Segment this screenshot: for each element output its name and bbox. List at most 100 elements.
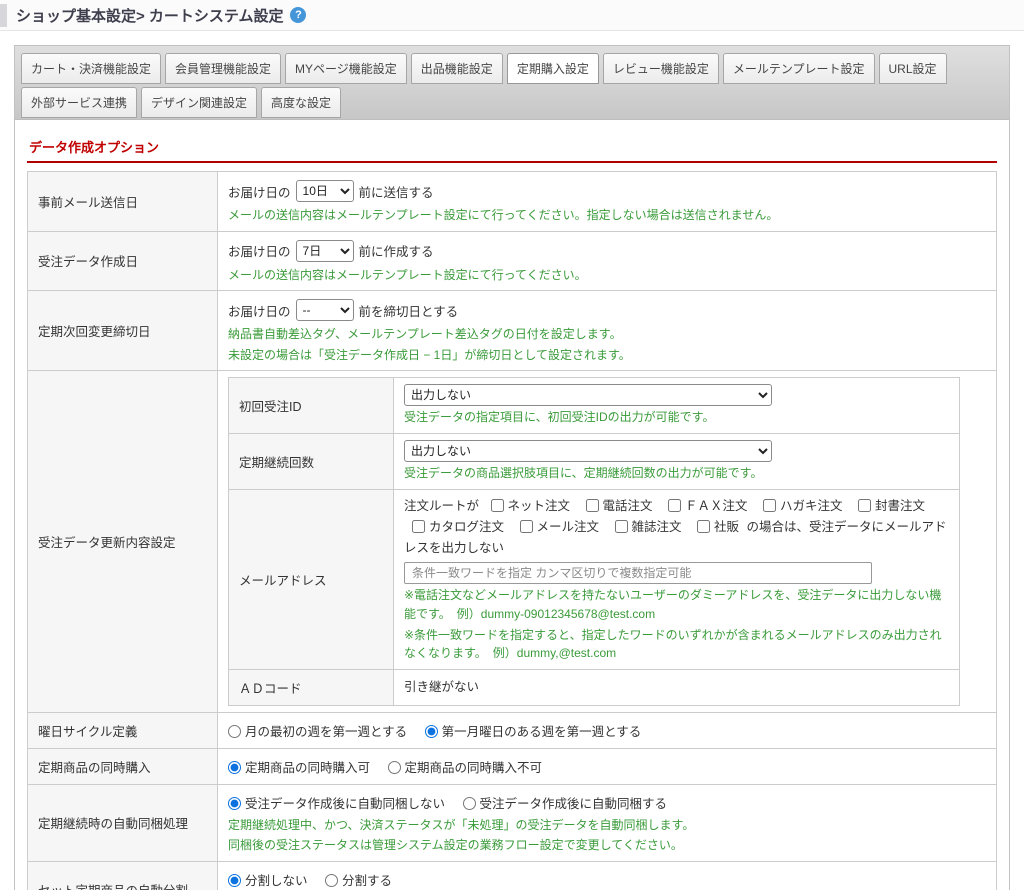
prefix-text: お届け日の bbox=[228, 241, 291, 260]
row-order-data-creation: 受注データ作成日 お届け日の 7日 前に作成する メールの送信内容はメールテンプ… bbox=[28, 231, 997, 291]
radio-no-auto-bundle[interactable]: 受注データ作成後に自動同梱しない bbox=[228, 797, 445, 811]
tab-advanced[interactable]: 高度な設定 bbox=[261, 87, 341, 118]
checkbox-label: メール注文 bbox=[537, 520, 600, 534]
checkbox-label: 雑誌注文 bbox=[632, 520, 682, 534]
checkbox-input[interactable] bbox=[858, 499, 871, 512]
tab-listing[interactable]: 出品機能設定 bbox=[411, 53, 503, 84]
radio-input[interactable] bbox=[228, 725, 241, 738]
tab-mail-template[interactable]: メールテンプレート設定 bbox=[723, 53, 875, 84]
control-line: お届け日の 10日 前に送信する bbox=[228, 178, 986, 204]
radio-auto-bundle[interactable]: 受注データ作成後に自動同梱する bbox=[463, 797, 668, 811]
row-week-cycle: 曜日サイクル定義 月の最初の週を第一週とする 第一月曜日のある週を第一週とする bbox=[28, 712, 997, 748]
order-data-days-select[interactable]: 7日 bbox=[296, 240, 354, 262]
row-change-deadline: 定期次回変更締切日 お届け日の -- 前を締切日とする 納品書自動差込タグ、メー… bbox=[28, 291, 997, 371]
row-value-cell: 出力しない 受注データの商品選択肢項目に、定期継続回数の出力が可能です。 bbox=[394, 433, 960, 489]
checkbox-input[interactable] bbox=[586, 499, 599, 512]
tab-external-service[interactable]: 外部サービス連携 bbox=[21, 87, 137, 118]
order-route-checkbox-magazine[interactable]: 雑誌注文 bbox=[615, 520, 682, 534]
tab-subscription[interactable]: 定期購入設定 bbox=[507, 53, 599, 84]
tab-mypage[interactable]: MYページ機能設定 bbox=[285, 53, 407, 84]
radio-group-week-cycle: 月の最初の週を第一週とする 第一月曜日のある週を第一週とする bbox=[228, 719, 986, 742]
note-text: 受注データの指定項目に、初回受注IDの出力が可能です。 bbox=[404, 408, 949, 427]
tab-bar: カート・決済機能設定 会員管理機能設定 MYページ機能設定 出品機能設定 定期購… bbox=[15, 46, 1009, 120]
radio-simultaneous-not-allowed[interactable]: 定期商品の同時購入不可 bbox=[388, 761, 543, 775]
continue-count-select[interactable]: 出力しない bbox=[404, 440, 772, 462]
row-value-cell: お届け日の 10日 前に送信する メールの送信内容はメールテンプレート設定にて行… bbox=[218, 172, 997, 232]
checkbox-label: ハガキ注文 bbox=[780, 499, 843, 513]
row-value-cell: お届け日の -- 前を締切日とする 納品書自動差込タグ、メールテンプレート差込タ… bbox=[218, 291, 997, 371]
order-route-checkbox-internal[interactable]: 社販 bbox=[697, 520, 739, 534]
note-text: メールの送信内容はメールテンプレート設定にて行ってください。指定しない場合は送信… bbox=[228, 206, 986, 225]
suffix-text: 前に送信する bbox=[359, 182, 434, 201]
radio-first-monday-week[interactable]: 第一月曜日のある週を第一週とする bbox=[425, 725, 642, 739]
note-text: 納品書自動差込タグ、メールテンプレート差込タグの日付を設定します。 bbox=[228, 325, 986, 344]
row-mail-address: メールアドレス 注文ルートが ネット注文 電話注文 ＦＡＸ注文 ハガキ注文 封書… bbox=[229, 489, 960, 669]
page-header: ショップ基本設定> カートシステム設定 ? bbox=[0, 0, 1024, 31]
radio-label: 定期商品の同時購入可 bbox=[245, 761, 370, 775]
row-value-cell: お届け日の 7日 前に作成する メールの送信内容はメールテンプレート設定にて行っ… bbox=[218, 231, 997, 291]
checkbox-label: ＦＡＸ注文 bbox=[685, 499, 748, 513]
radio-input[interactable] bbox=[425, 725, 438, 738]
radio-input[interactable] bbox=[463, 797, 476, 810]
checkbox-input[interactable] bbox=[412, 520, 425, 533]
order-route-checkbox-postcard[interactable]: ハガキ注文 bbox=[763, 499, 843, 513]
radio-input[interactable] bbox=[388, 761, 401, 774]
radio-input[interactable] bbox=[228, 761, 241, 774]
tab-cart-payment[interactable]: カート・決済機能設定 bbox=[21, 53, 161, 84]
row-simultaneous-purchase: 定期商品の同時購入 定期商品の同時購入可 定期商品の同時購入不可 bbox=[28, 748, 997, 784]
help-icon[interactable]: ? bbox=[290, 7, 306, 23]
match-word-input[interactable] bbox=[404, 562, 872, 584]
radio-no-split[interactable]: 分割しない bbox=[228, 874, 308, 888]
order-route-options: 注文ルートが ネット注文 電話注文 ＦＡＸ注文 ハガキ注文 封書注文 カタログ注… bbox=[404, 496, 949, 560]
radio-input[interactable] bbox=[228, 874, 241, 887]
row-label: 定期商品の同時購入 bbox=[28, 748, 218, 784]
radio-label: 第一月曜日のある週を第一週とする bbox=[442, 725, 642, 739]
row-value-cell: 分割しない 分割する 分割可能なセット定期商品を分割します。また、定期商品単位に… bbox=[218, 861, 997, 890]
order-route-checkbox-catalog[interactable]: カタログ注文 bbox=[412, 520, 504, 534]
note-text: 未設定の場合は「受注データ作成日 − 1日」が締切日として設定されます。 bbox=[228, 346, 986, 365]
advance-mail-days-select[interactable]: 10日 bbox=[296, 180, 354, 202]
row-label: 定期継続回数 bbox=[229, 433, 394, 489]
tab-member-management[interactable]: 会員管理機能設定 bbox=[165, 53, 281, 84]
order-route-checkbox-fax[interactable]: ＦＡＸ注文 bbox=[668, 499, 748, 513]
checkbox-input[interactable] bbox=[697, 520, 710, 533]
order-route-checkbox-phone[interactable]: 電話注文 bbox=[586, 499, 653, 513]
checkbox-label: 電話注文 bbox=[603, 499, 653, 513]
radio-label: 受注データ作成後に自動同梱する bbox=[480, 797, 668, 811]
radio-label: 定期商品の同時購入不可 bbox=[405, 761, 543, 775]
tab-review[interactable]: レビュー機能設定 bbox=[603, 53, 719, 84]
checkbox-input[interactable] bbox=[520, 520, 533, 533]
row-ad-code: ＡＤコード 引き継がない bbox=[229, 669, 960, 705]
settings-panel: カート・決済機能設定 会員管理機能設定 MYページ機能設定 出品機能設定 定期購… bbox=[14, 45, 1010, 890]
order-route-checkbox-net[interactable]: ネット注文 bbox=[491, 499, 571, 513]
row-auto-split: セット定期商品の自動分割 分割しない 分割する 分割可能なセット定期商品を分割し… bbox=[28, 861, 997, 890]
radio-input[interactable] bbox=[325, 874, 338, 887]
row-first-order-id: 初回受注ID 出力しない 受注データの指定項目に、初回受注IDの出力が可能です。 bbox=[229, 378, 960, 434]
radio-first-week-of-month[interactable]: 月の最初の週を第一週とする bbox=[228, 725, 407, 739]
radio-simultaneous-allowed[interactable]: 定期商品の同時購入可 bbox=[228, 761, 370, 775]
row-continue-count: 定期継続回数 出力しない 受注データの商品選択肢項目に、定期継続回数の出力が可能… bbox=[229, 433, 960, 489]
checkbox-input[interactable] bbox=[491, 499, 504, 512]
checkbox-input[interactable] bbox=[763, 499, 776, 512]
tab-url[interactable]: URL設定 bbox=[879, 53, 947, 84]
row-value-cell: 受注データ作成後に自動同梱しない 受注データ作成後に自動同梱する 定期継続処理中… bbox=[218, 784, 997, 861]
order-route-checkbox-mail[interactable]: メール注文 bbox=[520, 520, 600, 534]
deadline-days-select[interactable]: -- bbox=[296, 299, 354, 321]
radio-split[interactable]: 分割する bbox=[325, 874, 392, 888]
radio-input[interactable] bbox=[228, 797, 241, 810]
checkbox-input[interactable] bbox=[668, 499, 681, 512]
radio-group-auto-split: 分割しない 分割する bbox=[228, 868, 986, 890]
checkbox-label: 社販 bbox=[714, 520, 739, 534]
checkbox-input[interactable] bbox=[615, 520, 628, 533]
nested-table-cell: 初回受注ID 出力しない 受注データの指定項目に、初回受注IDの出力が可能です。… bbox=[218, 371, 997, 712]
prefix-text: お届け日の bbox=[228, 182, 291, 201]
checkbox-label: カタログ注文 bbox=[429, 520, 504, 534]
control-line: お届け日の 7日 前に作成する bbox=[228, 238, 986, 264]
radio-label: 月の最初の週を第一週とする bbox=[245, 725, 407, 739]
order-route-checkbox-letter[interactable]: 封書注文 bbox=[858, 499, 925, 513]
control-line: お届け日の -- 前を締切日とする bbox=[228, 297, 986, 323]
section-title-data-options: データ作成オプション bbox=[27, 130, 997, 163]
first-order-id-select[interactable]: 出力しない bbox=[404, 384, 772, 406]
tab-design[interactable]: デザイン関連設定 bbox=[141, 87, 257, 118]
radio-group-simultaneous: 定期商品の同時購入可 定期商品の同時購入不可 bbox=[228, 755, 986, 778]
